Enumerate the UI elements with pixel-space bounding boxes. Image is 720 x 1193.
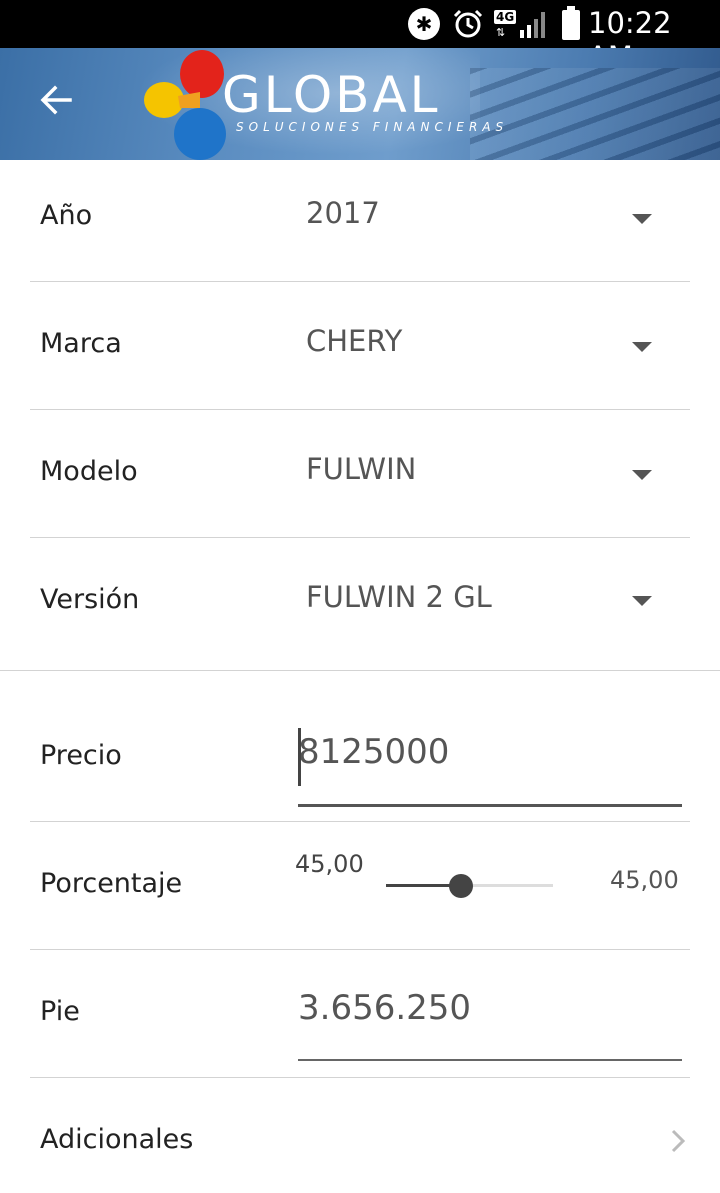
status-bar: ✱ 4G ⇅ 10:22 AM xyxy=(0,0,720,74)
version-label: Versión xyxy=(40,584,140,615)
down-payment-label: Pie xyxy=(40,996,80,1027)
chevron-down-icon[interactable] xyxy=(632,470,652,480)
model-value[interactable]: FULWIN xyxy=(306,452,416,486)
data-arrows-icon: ⇅ xyxy=(496,26,506,39)
brand-value[interactable]: CHERY xyxy=(306,324,402,358)
global-logo-icon xyxy=(144,50,226,160)
alarm-icon xyxy=(453,9,483,38)
chevron-right-icon[interactable] xyxy=(668,1128,690,1154)
logo-subtitle: SOLUCIONES FINANCIERAS xyxy=(236,120,509,134)
back-arrow-icon[interactable] xyxy=(36,80,76,120)
model-select[interactable]: Modelo FULWIN xyxy=(30,410,690,538)
year-value[interactable]: 2017 xyxy=(306,196,380,230)
logo-wordmark: GLOBAL xyxy=(222,66,441,124)
section-divider xyxy=(0,670,720,671)
year-select[interactable]: Año 2017 xyxy=(30,152,690,280)
price-input[interactable]: 8125000 xyxy=(298,732,449,772)
network-type-badge: 4G xyxy=(494,10,517,24)
additionals-row[interactable]: Adicionales xyxy=(30,1078,690,1193)
additionals-label: Adicionales xyxy=(40,1124,194,1155)
brand-select[interactable]: Marca CHERY xyxy=(30,282,690,410)
slider-max-value: 45,00 xyxy=(610,866,679,894)
year-label: Año xyxy=(40,200,93,231)
percentage-row: Porcentaje xyxy=(30,822,690,950)
app-header: GLOBAL SOLUCIONES FINANCIERAS xyxy=(0,48,720,160)
price-input-underline[interactable] xyxy=(298,804,682,807)
signal-icon xyxy=(520,12,545,38)
text-cursor xyxy=(298,728,301,786)
version-value[interactable]: FULWIN 2 GL xyxy=(306,580,492,614)
down-payment-underline[interactable] xyxy=(298,1059,682,1061)
percentage-label: Porcentaje xyxy=(40,868,183,899)
model-label: Modelo xyxy=(40,456,138,487)
chevron-down-icon[interactable] xyxy=(632,214,652,224)
chevron-down-icon[interactable] xyxy=(632,342,652,352)
slider-current-value: 45,00 xyxy=(295,850,364,878)
battery-icon xyxy=(562,6,580,40)
down-payment-input[interactable]: 3.656.250 xyxy=(298,988,471,1028)
price-label: Precio xyxy=(40,740,122,771)
bluetooth-icon: ✱ xyxy=(408,8,440,40)
header-background-image xyxy=(470,68,720,160)
chevron-down-icon[interactable] xyxy=(632,596,652,606)
slider-thumb[interactable] xyxy=(449,874,474,898)
version-select[interactable]: Versión FULWIN 2 GL xyxy=(30,538,690,666)
brand-label: Marca xyxy=(40,328,122,359)
